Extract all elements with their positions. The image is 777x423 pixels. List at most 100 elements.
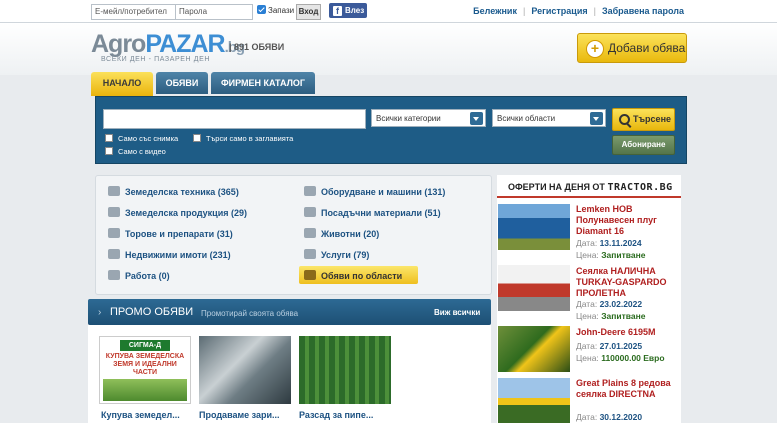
top-links: Бележник | Регистрация | Забравена парола [473,6,684,16]
logo-text-pazar: PAZAR [145,30,225,58]
tractor-bg-logo[interactable]: TRACTOR.BG [607,182,672,193]
category-real-estate[interactable]: Недвижими имоти (231) [108,249,231,260]
price-value: Запитване [601,250,646,260]
category-machinery[interactable]: Земеделска техника (365) [108,186,239,197]
add-listing-label: Добави обява [608,41,686,55]
category-fertilizers[interactable]: Торове и препарати (31) [108,228,233,239]
offer-price: Цена: 110000.00 Евро [576,353,665,363]
category-produce[interactable]: Земеделска продукция (29) [108,207,247,218]
promo-subtitle[interactable]: Промотирай своята обява [201,309,298,318]
tab-home[interactable]: НАЧАЛО [91,72,153,96]
category-label: Земеделска техника (365) [125,187,239,197]
category-services[interactable]: Услуги (79) [304,249,369,260]
house-icon [108,249,120,259]
category-seedlings[interactable]: Посадъчни материали (51) [304,207,441,218]
promo-thumb-seedlings[interactable] [299,336,391,404]
category-select[interactable]: Всички категории [371,109,486,127]
fertilizer-icon [108,228,120,238]
plus-icon: + [586,40,604,58]
category-label: Обяви по области [321,271,403,281]
price-value: Запитване [601,311,646,321]
handshake-icon [304,249,316,259]
category-select-value: Всички категории [376,114,441,123]
facebook-icon: f [333,6,342,16]
offers-heading: ОФЕРТИ НА ДЕНЯ ОТ TRACTOR.BG [508,182,673,193]
search-input[interactable] [103,109,366,129]
offer-price: Цена: Запитване [576,311,645,321]
logo-text-agro: Agro [91,30,146,58]
promo-title: ПРОМО ОБЯВИ [110,306,194,318]
offers-divider [497,196,681,198]
register-link[interactable]: Регистрация [531,6,587,16]
region-select[interactable]: Всички области [492,109,606,127]
category-by-region[interactable]: Обяви по области [304,270,402,281]
offer-image-tractor[interactable] [498,326,570,372]
category-jobs[interactable]: Работа (0) [108,270,170,281]
offer-price: Цена: Запитване [576,250,645,260]
tools-icon [108,270,120,280]
search-button[interactable]: Търсене [612,108,675,131]
facebook-login-button[interactable]: f Влез [329,3,367,18]
logo-slogan: ВСЕКИ ДЕН - ПАЗАРЕН ДЕН [101,56,211,63]
offer-title[interactable]: Lemken НОВ Полунавесен плуг Diamant 16 [576,204,680,237]
category-animals[interactable]: Животни (20) [304,228,379,239]
promo-sign-title: СИГМА-Д [120,340,170,351]
date-label: Дата: [576,412,598,422]
tab-company-catalog[interactable]: ФИРМЕН КАТАЛОГ [211,72,315,94]
only-with-video-label: Само с видео [118,147,166,156]
tab-listings[interactable]: ОБЯВИ [156,72,208,94]
category-equipment[interactable]: Оборудване и машини (131) [304,186,445,197]
forgot-password-link[interactable]: Забравена парола [602,6,684,16]
checkbox-box [105,147,113,155]
email-field[interactable]: Е-мейл/потребител [91,4,177,20]
promo-sign-text: КУПУВА ЗЕМЕДЕЛСКА ЗЕМЯ И ИДЕАЛНИ ЧАСТИ [105,353,185,376]
offer-title[interactable]: John-Deere 6195M [576,327,680,338]
offer-date: Дата: 23.02.2022 [576,299,642,309]
offer-date: Дата: 13.11.2024 [576,238,642,248]
offer-image-plough[interactable] [498,204,570,250]
offer-title[interactable]: Great Plains 8 редова сеялка DIRECTNA [576,378,680,400]
field-image [103,379,187,401]
date-label: Дата: [576,299,598,309]
category-label: Недвижими имоти (231) [125,250,231,260]
promo-thumb-land[interactable]: СИГМА-Д КУПУВА ЗЕМЕДЕЛСКА ЗЕМЯ И ИДЕАЛНИ… [99,336,191,404]
notebook-link[interactable]: Бележник [473,6,517,16]
remember-label: Запази [268,6,295,15]
tractor-icon [108,186,120,196]
login-button[interactable]: Вход [296,4,321,20]
ad-count: | 891 ОБЯВИ [229,42,285,52]
date-value: 30.12.2020 [599,412,643,422]
offers-heading-text: ОФЕРТИ НА ДЕНЯ ОТ [508,182,605,192]
offer-image-seeder[interactable] [498,265,570,311]
subscribe-button[interactable]: Абониране [612,135,675,155]
price-label: Цена: [576,311,599,321]
category-label: Земеделска продукция (29) [125,208,247,218]
promo-thumb-fish[interactable] [199,336,291,404]
offer-date: Дата: 30.12.2020 [576,412,642,422]
price-value: 110000.00 Евро [601,353,665,363]
promo-caption[interactable]: Разсад за пипе... [299,410,373,420]
checkbox-icon [257,5,266,14]
date-value: 13.11.2024 [599,238,642,248]
promo-caption[interactable]: Купува земедел... [101,410,180,420]
only-with-photo-checkbox[interactable]: Само със снимка [105,134,178,143]
category-label: Работа (0) [125,271,170,281]
titles-only-checkbox[interactable]: Търси само в заглавията [193,134,293,143]
offer-title[interactable]: Сеялка НАЛИЧНА TURKAY-GASPARDO ПРОЛЕТНА [576,266,680,299]
promo-see-all-link[interactable]: Виж всички [434,308,480,317]
facebook-login-label: Влез [345,6,365,15]
remember-checkbox[interactable]: Запази [257,5,294,15]
date-label: Дата: [576,341,598,351]
date-label: Дата: [576,238,598,248]
only-with-video-checkbox[interactable]: Само с видео [105,147,166,156]
checkbox-box [193,134,201,142]
date-value: 23.02.2022 [599,299,643,309]
password-field[interactable]: Парола [175,4,253,20]
animal-icon [304,228,316,238]
search-button-label: Търсене [633,114,672,124]
offer-image-drill[interactable] [498,378,570,423]
add-listing-button[interactable]: + Добави обява [577,33,687,63]
map-icon [304,270,316,280]
checkbox-box [105,134,113,142]
promo-caption[interactable]: Продаваме зари... [199,410,280,420]
